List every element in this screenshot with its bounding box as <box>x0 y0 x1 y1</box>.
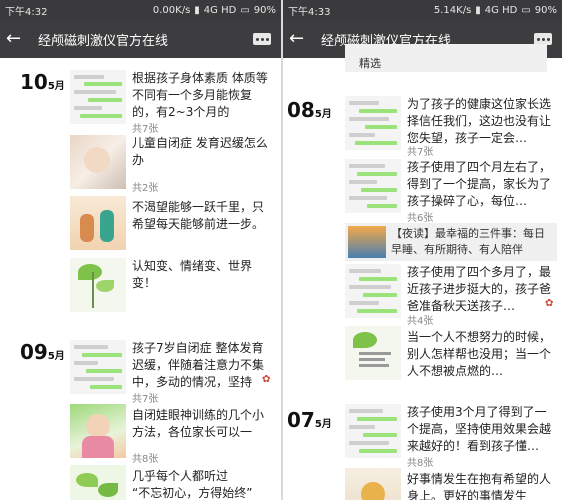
list-item[interactable]: 好事情发生在抱有希望的人身上。更好的事情发生 <box>345 468 557 500</box>
date-label: 085月 <box>287 98 332 122</box>
post-text: 孩子使用3个月了得到了一个提高，坚持使用效果会越来越好的！看到孩子懂… <box>407 405 552 453</box>
network-speed: 5.14K/s <box>433 4 472 16</box>
chat-screenshot-thumbnail <box>70 70 126 124</box>
flower-emoji-icon: ✿ <box>262 374 271 385</box>
post-text: 好事情发生在抱有希望的人身上。更好的事情发生 <box>407 472 552 500</box>
battery-icon: ▭ <box>240 4 250 16</box>
post-text: 根据孩子身体素质 体质等不同有一个多月能恢复的，有2~3个月的 <box>132 71 268 119</box>
post-text: 自闭娃眼神训练的几个小方法，各位家长可以一试… <box>132 408 265 439</box>
network-type: 4G HD <box>484 4 518 16</box>
child-photo-thumbnail <box>70 404 126 458</box>
status-bar: 下午4:33 5.14K/s ▮ 4G HD ▭ 90% <box>283 0 562 20</box>
plant-thumbnail <box>345 326 401 380</box>
image-count: 共7张 <box>132 124 159 135</box>
back-arrow-icon[interactable]: ← <box>6 30 28 48</box>
date-label: 075月 <box>287 408 332 432</box>
status-time: 下午4:33 <box>288 6 331 18</box>
list-item[interactable]: 根据孩子身体素质 体质等不同有一个多月能恢复的，有2~3个月的 共7张 <box>70 70 275 135</box>
date-label: 095月 <box>20 340 65 364</box>
post-text: 孩子7岁自闭症 整体发育迟缓，伴随着注意力不集中，多动的情况，坚持使… <box>132 341 265 389</box>
date-label: 105月 <box>20 70 65 94</box>
list-item[interactable]: 孩子7岁自闭症 整体发育迟缓，伴随着注意力不集中，多动的情况，坚持使… ✿ 共7… <box>70 340 275 405</box>
right-screen: 下午4:33 5.14K/s ▮ 4G HD ▭ 90% ← 经颅磁刺激仪官方在… <box>283 0 562 500</box>
post-text: 不渴望能够一跃千里，只希望每天能够前进一步。 <box>132 200 265 231</box>
chat-screenshot-thumbnail <box>345 159 401 213</box>
status-bar: 下午4:32 0.00K/s ▮ 4G HD ▭ 90% <box>0 0 281 20</box>
share-card[interactable]: 【夜读】最幸福的三件事：每日早睡、有所期待、有人陪伴 <box>345 223 557 261</box>
image-count: 共8张 <box>407 458 434 469</box>
share-card-thumbnail <box>348 226 386 258</box>
status-time: 下午4:32 <box>5 6 48 18</box>
share-card[interactable]: 精选 <box>345 44 547 72</box>
image-count: 共8张 <box>132 454 159 465</box>
image-count: 共2张 <box>132 183 159 194</box>
plant-thumbnail <box>70 258 126 312</box>
post-text: 认知变、情绪变、世界变！ 面对身上的光环时，我们… <box>132 259 253 290</box>
post-text: 孩子使用了四个月左右了，得到了一个提高，家长为了孩子操碎了心，每位… <box>407 160 552 208</box>
header: ← 经颅磁刺激仪官方在线 <box>0 20 281 58</box>
image-count: 共6张 <box>407 213 434 224</box>
post-text: 儿童自闭症 发育迟缓怎么办 <box>132 136 268 167</box>
signal-icon: ▮ <box>475 4 481 16</box>
image-count: 共7张 <box>407 147 434 158</box>
chat-screenshot-thumbnail <box>345 404 401 458</box>
post-text: 孩子使用了四个多月了，最近孩子进步挺大的，孩子爸爸准备秋天送孩子… <box>407 265 552 313</box>
share-card-label: 精选 <box>359 57 381 70</box>
list-item[interactable]: 几乎每个人都听过 “不忘初心，方得始终” <box>70 465 275 500</box>
chat-screenshot-thumbnail <box>345 96 401 150</box>
more-options-icon[interactable] <box>253 33 271 45</box>
list-item[interactable]: 孩子使用了四个月左右了，得到了一个提高，家长为了孩子操碎了心，每位… 共6张 <box>345 159 557 224</box>
illustration-thumbnail <box>70 196 126 250</box>
battery-level: 90% <box>534 4 557 16</box>
share-card-title: 【夜读】最幸福的三件事：每日早睡、有所期待、有人陪伴 <box>391 227 545 256</box>
list-item[interactable]: 自闭娃眼神训练的几个小方法，各位家长可以一试… 共8张 <box>70 404 275 465</box>
illustration-thumbnail <box>345 468 401 500</box>
image-count: 共7张 <box>132 394 159 405</box>
battery-level: 90% <box>253 4 276 16</box>
plant-thumbnail <box>70 465 126 500</box>
list-item[interactable]: 不渴望能够一跃千里，只希望每天能够前进一步。 <box>70 196 275 252</box>
back-arrow-icon[interactable]: ← <box>289 30 311 48</box>
image-count: 共4张 <box>407 316 434 327</box>
post-text: 当一个人不想努力的时候，别人怎样帮也没用；当一个人不想被点燃的… <box>407 330 552 378</box>
network-type: 4G HD <box>203 4 237 16</box>
list-item[interactable]: 孩子使用3个月了得到了一个提高，坚持使用效果会越来越好的！看到孩子懂… 共8张 <box>345 404 557 469</box>
flower-emoji-icon: ✿ <box>545 298 554 309</box>
left-screen: 下午4:32 0.00K/s ▮ 4G HD ▭ 90% ← 经颅磁刺激仪官方在… <box>0 0 281 500</box>
list-item[interactable]: 为了孩子的健康这位家长选择信任我们，这边也没有让您失望，孩子一定会… 共7张 <box>345 96 557 158</box>
list-item[interactable]: 当一个人不想努力的时候，别人怎样帮也没用；当一个人不想被点燃的… <box>345 326 557 386</box>
page-title: 经颅磁刺激仪官方在线 <box>38 33 169 49</box>
child-photo-thumbnail <box>70 135 126 189</box>
screen: 下午4:32 0.00K/s ▮ 4G HD ▭ 90% ← 经颅磁刺激仪官方在… <box>0 0 562 500</box>
network-speed: 0.00K/s <box>152 4 191 16</box>
signal-icon: ▮ <box>194 4 200 16</box>
list-item[interactable]: 孩子使用了四个多月了，最近孩子进步挺大的，孩子爸爸准备秋天送孩子… ✿ 共4张 <box>345 264 557 327</box>
post-text: 几乎每个人都听过 “不忘初心，方得始终” <box>132 469 253 500</box>
chat-screenshot-thumbnail <box>345 264 401 318</box>
chat-screenshot-thumbnail <box>70 340 126 394</box>
list-item[interactable]: 认知变、情绪变、世界变！ 面对身上的光环时，我们… <box>70 258 275 318</box>
list-item[interactable]: 儿童自闭症 发育迟缓怎么办 共2张 <box>70 135 275 194</box>
post-text: 为了孩子的健康这位家长选择信任我们，这边也没有让您失望，孩子一定会… <box>407 97 552 145</box>
battery-icon: ▭ <box>521 4 531 16</box>
